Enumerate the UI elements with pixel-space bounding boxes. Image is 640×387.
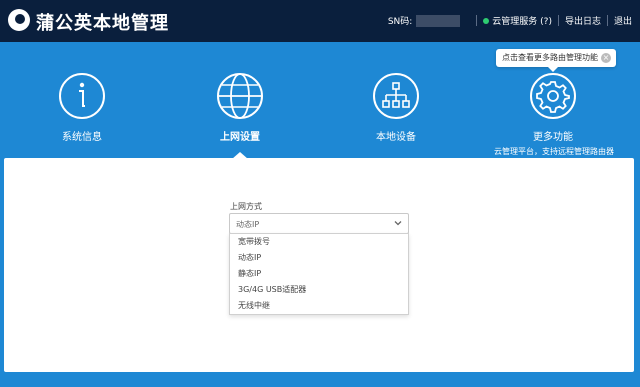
status-dot-icon xyxy=(483,17,490,24)
chevron-down-icon xyxy=(394,221,402,226)
dropdown-option-usb-modem[interactable]: 3G/4G USB适配器 xyxy=(230,282,408,298)
app-title: 蒲公英本地管理 xyxy=(36,13,169,34)
cloud-service-link[interactable]: 云管理服务 (?) xyxy=(492,14,552,27)
logout-link[interactable]: 退出 xyxy=(614,14,632,27)
nav-label: 更多功能 xyxy=(533,132,573,143)
divider xyxy=(557,15,559,26)
top-bar: 蒲公英本地管理 SN码: 云管理服务 (?) 导出日志 退出 xyxy=(0,0,640,42)
tooltip-text: 点击查看更多路由管理功能 xyxy=(502,53,598,62)
dropdown-option-pppoe[interactable]: 宽带拨号 xyxy=(230,234,408,250)
dropdown-option-static[interactable]: 静态IP xyxy=(230,266,408,282)
gear-icon xyxy=(530,73,576,119)
nav-more-features[interactable]: 更多功能 云管理平台，支持远程管理路由器 xyxy=(494,72,614,157)
close-icon[interactable]: × xyxy=(601,53,611,63)
connection-type-select[interactable]: 动态IP xyxy=(229,213,409,234)
divider xyxy=(476,15,478,26)
nav-subtitle: 云管理平台，支持远程管理路由器 xyxy=(494,147,614,156)
logo-icon xyxy=(8,9,30,31)
top-right-menu: SN码: 云管理服务 (?) 导出日志 退出 xyxy=(388,14,632,27)
info-icon xyxy=(59,73,105,119)
divider xyxy=(606,15,608,26)
footer-band xyxy=(0,372,640,387)
globe-icon xyxy=(217,73,263,119)
network-icon xyxy=(373,73,419,119)
nav-local-devices[interactable]: 本地设备 xyxy=(346,72,446,143)
nav-label: 系统信息 xyxy=(62,132,102,143)
nav-label: 本地设备 xyxy=(376,132,416,143)
connection-type-label: 上网方式 xyxy=(230,202,262,211)
connection-type-dropdown: 宽带拨号 动态IP 静态IP 3G/4G USB适配器 无线中继 xyxy=(229,233,409,315)
nav-system-info[interactable]: 系统信息 xyxy=(32,72,132,143)
dropdown-option-wireless-relay[interactable]: 无线中继 xyxy=(230,298,408,314)
more-features-tooltip: 点击查看更多路由管理功能 × xyxy=(496,49,616,72)
export-log-link[interactable]: 导出日志 xyxy=(565,14,601,27)
select-value: 动态IP xyxy=(236,220,260,229)
sn-value-redacted xyxy=(416,14,461,27)
sn-label: SN码: xyxy=(387,17,413,27)
nav-internet-settings[interactable]: 上网设置 xyxy=(190,72,290,143)
nav-label: 上网设置 xyxy=(220,132,260,143)
dropdown-option-dhcp[interactable]: 动态IP xyxy=(230,250,408,266)
